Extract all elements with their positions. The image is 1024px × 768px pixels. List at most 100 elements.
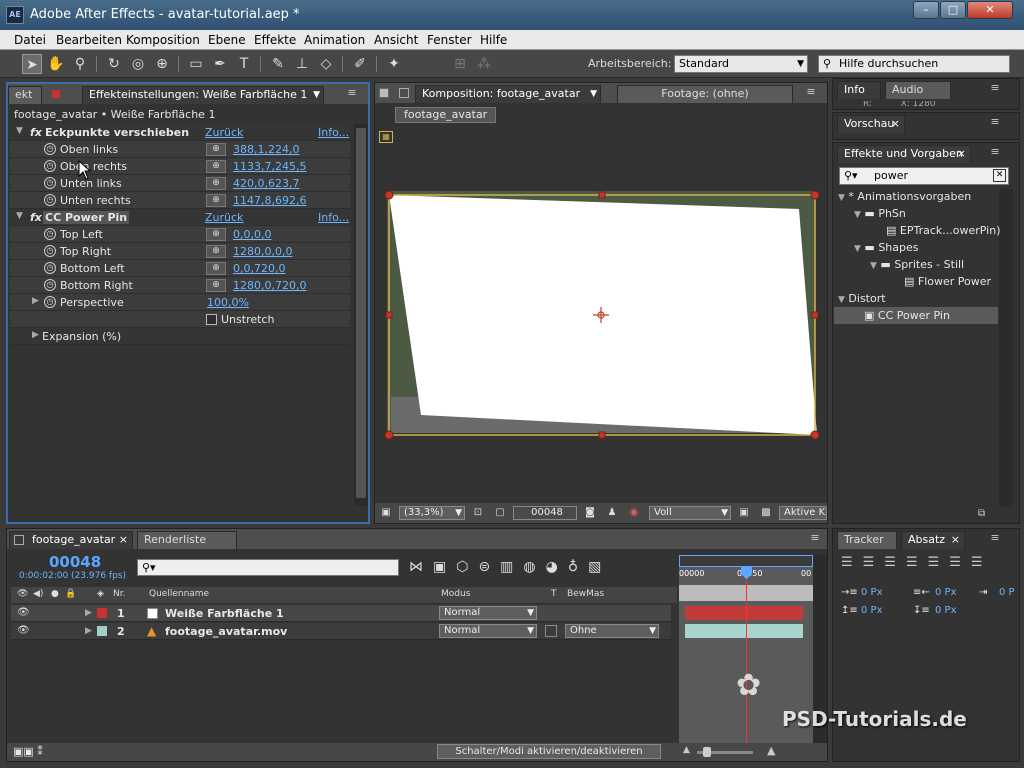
reset-link[interactable]: Zurück xyxy=(205,126,243,139)
tab-tracker[interactable]: Tracker xyxy=(837,531,897,549)
indent-left-field[interactable]: 0 Px xyxy=(861,587,883,598)
work-area-bar[interactable] xyxy=(679,555,813,567)
maximize-button[interactable]: □ xyxy=(940,1,966,19)
indent-right-field[interactable]: 0 Px xyxy=(935,587,957,598)
corner-handle-top-left[interactable] xyxy=(384,190,394,200)
safe-margins-icon[interactable]: ⊡ xyxy=(469,504,487,522)
close-icon[interactable]: × xyxy=(951,532,960,548)
text-tool-icon[interactable]: T xyxy=(234,54,254,74)
close-icon[interactable]: × xyxy=(119,532,128,548)
menu-datei[interactable]: Datei xyxy=(14,33,46,47)
help-search-input[interactable]: ⚲ Hilfe durchsuchen xyxy=(818,55,1010,73)
minimize-button[interactable]: – xyxy=(913,1,939,19)
effects-search-input[interactable]: ⚲▾ power ✕ xyxy=(839,167,1009,185)
menu-effekte[interactable]: Effekte xyxy=(254,33,296,47)
stopwatch-icon[interactable]: ◷ xyxy=(44,194,56,206)
comp-name-breadcrumb[interactable]: footage_avatar xyxy=(395,107,497,123)
timeline-switches-icons[interactable]: ⋈▣⬡⊜▥◍◕♁▧ xyxy=(409,559,677,579)
eye-icon[interactable]: 👁 xyxy=(17,625,30,636)
tree-flower-power[interactable]: ▤ Flower Power xyxy=(904,273,991,290)
crosshair-icon[interactable]: ⊕ xyxy=(206,262,226,275)
always-preview-icon[interactable]: ▣ xyxy=(377,504,395,522)
scrollbar[interactable] xyxy=(354,124,368,506)
crosshair-icon[interactable]: ⊕ xyxy=(206,143,226,156)
pan-behind-tool-icon[interactable]: ⊕ xyxy=(152,54,172,74)
lock-icon[interactable] xyxy=(379,88,389,98)
zoom-tool-icon[interactable]: ⚲ xyxy=(70,54,90,74)
tab-timeline[interactable]: footage_avatar × xyxy=(9,531,133,549)
comp-flowchart-icon[interactable]: ▣▣ ⁑ xyxy=(13,745,43,758)
scrollbar[interactable] xyxy=(999,189,1013,507)
edge-handle-left[interactable] xyxy=(385,311,393,319)
roto-brush-tool-icon[interactable]: ✐ xyxy=(350,54,370,74)
edge-handle-right[interactable] xyxy=(811,311,819,319)
expand-triangle-icon[interactable]: ▼ xyxy=(16,126,23,136)
label-color-swatch[interactable] xyxy=(97,608,107,618)
expand-triangle-icon[interactable]: ▼ xyxy=(838,295,845,305)
fx-header-eckpunkte[interactable]: ▼ fx Eckpunkte verschieben Zurück Info..… xyxy=(10,124,350,141)
flowchart-icon[interactable]: ▦ xyxy=(379,131,393,143)
zoom-select[interactable]: (33,3%) ▼ xyxy=(399,506,465,520)
tree-sprites-still[interactable]: ▼ ▬ Sprites - Still xyxy=(870,256,964,273)
crosshair-icon[interactable]: ⊕ xyxy=(206,279,226,292)
expand-triangle-icon[interactable]: ▼ xyxy=(16,211,23,221)
eye-icon[interactable]: 👁 xyxy=(17,607,30,618)
expand-triangle-icon[interactable]: ▶ xyxy=(32,330,39,340)
expand-triangle-icon[interactable]: ▼ xyxy=(854,210,861,220)
preserve-transparency-checkbox[interactable] xyxy=(545,625,557,637)
panel-menu-icon[interactable]: ≡ xyxy=(342,87,362,100)
layer-bar[interactable] xyxy=(685,606,803,620)
tree-distort[interactable]: ▼ Distort xyxy=(838,290,886,307)
expand-triangle-icon[interactable]: ▶ xyxy=(32,296,39,306)
tab-project[interactable]: ekt xyxy=(8,86,42,104)
comp-viewport[interactable] xyxy=(381,187,825,443)
corner-handle-bottom-right[interactable] xyxy=(810,430,820,440)
show-snapshot-icon[interactable]: ♟ xyxy=(603,504,621,522)
space-before-field[interactable]: 0 Px xyxy=(861,605,883,616)
tree-phsn[interactable]: ▼ ▬ PhSn xyxy=(854,205,906,222)
tree-cc-power-pin[interactable]: ▣ CC Power Pin xyxy=(834,307,998,324)
stopwatch-icon[interactable]: ◷ xyxy=(44,279,56,291)
timecode-display[interactable]: 00048 xyxy=(49,553,101,571)
stopwatch-icon[interactable]: ◷ xyxy=(44,160,56,172)
zoom-slider[interactable] xyxy=(697,747,753,757)
expand-triangle-icon[interactable]: ▼ xyxy=(854,244,861,254)
tab-effects-presets[interactable]: Effekte und Vorgaben × xyxy=(837,145,971,163)
reset-link[interactable]: Zurück xyxy=(205,211,243,224)
info-link[interactable]: Info... xyxy=(318,211,349,224)
corner-handle-top-right[interactable] xyxy=(810,190,820,200)
crosshair-icon[interactable]: ⊕ xyxy=(206,177,226,190)
new-folder-icon[interactable]: ⧉ xyxy=(978,508,985,519)
close-button[interactable]: ✕ xyxy=(967,1,1013,19)
layer-bar[interactable] xyxy=(685,624,803,638)
resolution-select[interactable]: Voll ▼ xyxy=(649,506,731,520)
crosshair-icon[interactable]: ⊕ xyxy=(206,228,226,241)
crosshair-icon[interactable]: ⊕ xyxy=(206,245,226,258)
track-matte-select[interactable]: Ohne ▼ xyxy=(565,624,659,638)
crosshair-icon[interactable]: ⊕ xyxy=(206,160,226,173)
transparency-grid-icon[interactable]: ▩ xyxy=(757,504,775,522)
first-line-indent-field[interactable]: 0 P xyxy=(999,587,1015,598)
eraser-tool-icon[interactable]: ◇ xyxy=(316,54,336,74)
camera-tool-icon[interactable]: ◎ xyxy=(128,54,148,74)
stopwatch-icon[interactable]: ◷ xyxy=(44,228,56,240)
close-icon[interactable]: × xyxy=(957,146,966,162)
crosshair-icon[interactable]: ⊕ xyxy=(206,194,226,207)
edge-handle-top[interactable] xyxy=(598,191,606,199)
tab-effect-controls[interactable]: Effekteinstellungen: Weiße Farbfläche 1 … xyxy=(82,86,324,104)
info-link[interactable]: Info... xyxy=(318,126,349,139)
puppet-tool-icon[interactable]: ✦ xyxy=(384,54,404,74)
stopwatch-icon[interactable]: ◷ xyxy=(44,296,56,308)
tree-shapes[interactable]: ▼ ▬ Shapes xyxy=(854,239,919,256)
expand-triangle-icon[interactable]: ▶ xyxy=(85,626,92,636)
panel-menu-icon[interactable]: ≡ xyxy=(985,82,1005,95)
close-icon[interactable]: × xyxy=(891,116,900,132)
current-time-indicator[interactable] xyxy=(746,571,747,745)
expand-triangle-icon[interactable]: ▼ xyxy=(870,261,877,271)
pen-tool-icon[interactable]: ✒ xyxy=(210,54,230,74)
tab-audio[interactable]: Audio xyxy=(885,81,951,99)
mode-select[interactable]: Normal ▼ xyxy=(439,606,537,620)
mask-visibility-icon[interactable]: ▢ xyxy=(491,504,509,522)
paragraph-align-icons[interactable]: ☰☰☰☰☰☰☰ xyxy=(841,555,1017,573)
current-frame-field[interactable]: 00048 xyxy=(513,506,577,520)
